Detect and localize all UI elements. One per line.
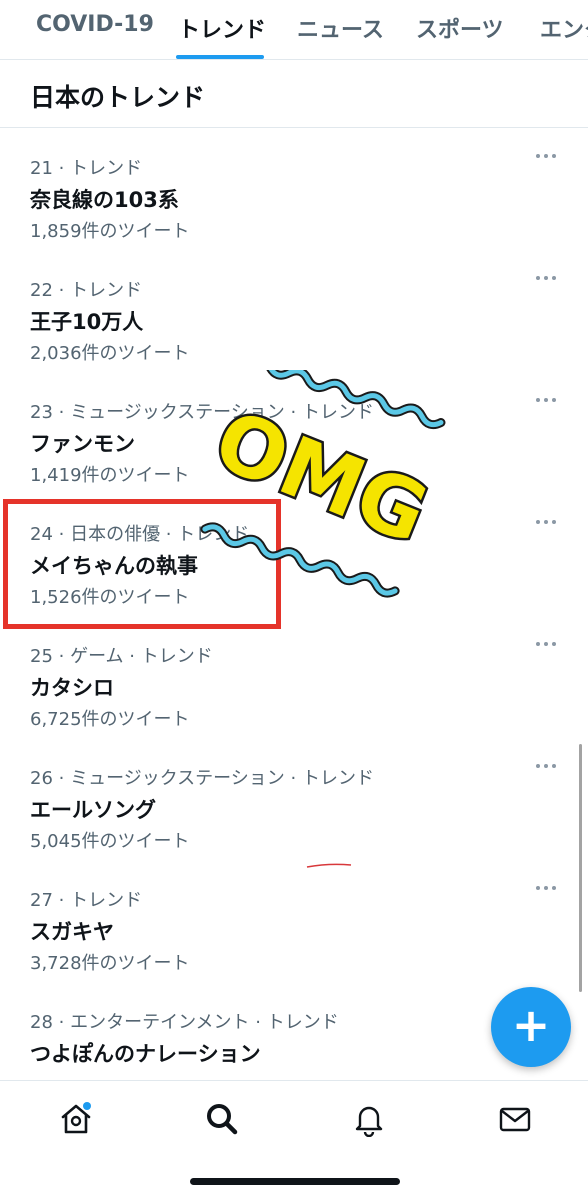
tab-entertainment[interactable]: エンタ: [540, 12, 588, 44]
more-options-icon[interactable]: [526, 510, 566, 534]
trend-meta: 25 · ゲーム · トレンド: [30, 646, 213, 667]
trend-name: カタシロ: [30, 676, 114, 700]
tab-sports[interactable]: スポーツ: [416, 12, 504, 44]
more-options-icon[interactable]: [526, 632, 566, 656]
bell-icon[interactable]: [351, 1101, 387, 1137]
section-header: 日本のトレンド: [0, 60, 588, 128]
scrollbar[interactable]: [579, 744, 582, 992]
notification-dot: [83, 1102, 91, 1110]
more-options-icon[interactable]: [526, 876, 566, 900]
trend-name: つよぽんのナレーション: [30, 1042, 261, 1066]
more-options-icon[interactable]: [526, 754, 566, 778]
trend-meta: 22 · トレンド: [30, 280, 143, 301]
home-icon[interactable]: [58, 1101, 94, 1137]
plus-icon: +: [511, 998, 551, 1052]
more-options-icon[interactable]: [526, 144, 566, 168]
trend-name: スガキヤ: [30, 920, 114, 944]
mail-icon[interactable]: [497, 1101, 533, 1137]
tab-covid-19[interactable]: COVID-19: [36, 12, 154, 37]
top-tab-bar: COVID-19 トレンド ニュース スポーツ エンタ: [0, 0, 588, 60]
trend-tweet-count: 1,419件のツイート: [30, 465, 190, 486]
trend-item[interactable]: 21 · トレンド 奈良線の103系 1,859件のツイート: [0, 130, 588, 252]
search-icon[interactable]: [204, 1101, 240, 1137]
trend-tweet-count: 1,859件のツイート: [30, 221, 190, 242]
omg-sticker: OMG: [199, 370, 446, 598]
more-options-icon[interactable]: [526, 388, 566, 412]
trend-tweet-count: 5,045件のツイート: [30, 831, 190, 852]
trend-tweet-count: 6,725件のツイート: [30, 709, 190, 730]
trend-meta: 27 · トレンド: [30, 890, 143, 911]
home-indicator: [190, 1178, 400, 1185]
more-options-icon[interactable]: [526, 266, 566, 290]
trend-tweet-count: 2,036件のツイート: [30, 343, 190, 364]
trend-meta: 28 · エンターテインメント · トレンド: [30, 1012, 339, 1033]
trend-meta: 21 · トレンド: [30, 158, 143, 179]
trend-name: エールソング: [30, 798, 156, 822]
active-tab-indicator: [176, 55, 264, 59]
trend-name: 奈良線の103系: [30, 188, 179, 212]
trend-meta: 26 · ミュージックステーション · トレンド: [30, 768, 374, 789]
section-title: 日本のトレンド: [30, 83, 206, 112]
omg-text: OMG: [202, 393, 440, 563]
trend-item[interactable]: 22 · トレンド 王子10万人 2,036件のツイート: [0, 252, 588, 374]
red-mark: [306, 863, 352, 868]
tab-news[interactable]: ニュース: [297, 12, 384, 44]
compose-tweet-button[interactable]: +: [491, 987, 571, 1067]
trend-item[interactable]: 27 · トレンド スガキヤ 3,728件のツイート: [0, 862, 588, 984]
trend-item[interactable]: 25 · ゲーム · トレンド カタシロ 6,725件のツイート: [0, 618, 588, 740]
trend-item[interactable]: 26 · ミュージックステーション · トレンド エールソング 5,045件のツ…: [0, 740, 588, 862]
trend-name: ファンモン: [30, 432, 135, 456]
trend-tweet-count: 3,728件のツイート: [30, 953, 190, 974]
tab-trending[interactable]: トレンド: [178, 12, 266, 44]
trend-name: 王子10万人: [30, 310, 144, 334]
